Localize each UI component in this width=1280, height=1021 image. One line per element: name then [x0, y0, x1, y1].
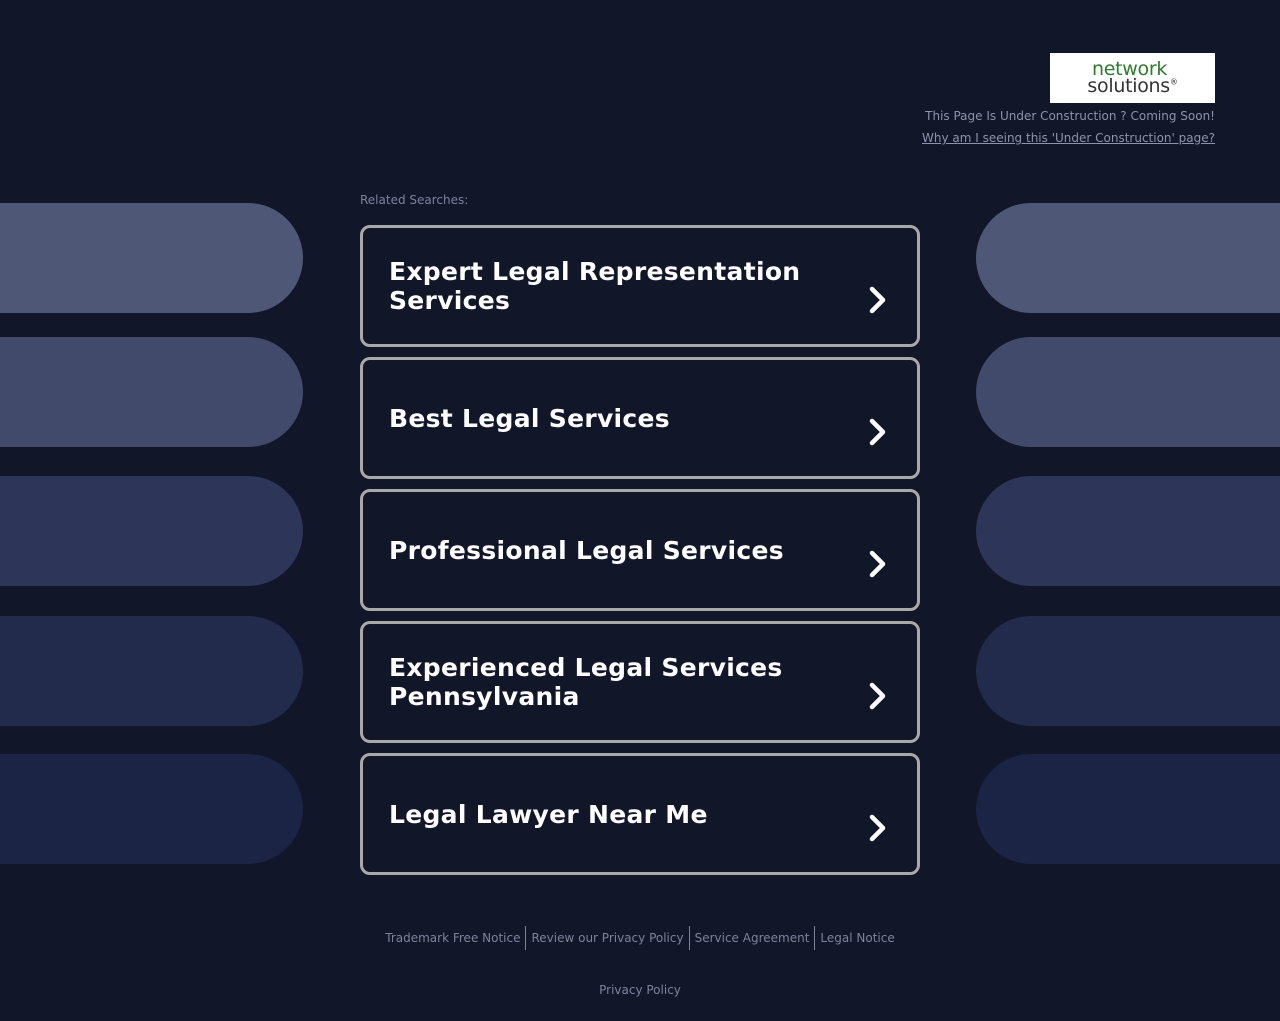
search-card-3[interactable]: Professional Legal Services — [360, 489, 920, 611]
decorative-pill-left-2 — [0, 337, 303, 447]
under-construction-text: This Page Is Under Construction ? Coming… — [925, 109, 1215, 123]
logo-registered-mark: ® — [1169, 77, 1178, 87]
footer-link-legal-notice[interactable]: Legal Notice — [816, 926, 898, 950]
search-card-2[interactable]: Best Legal Services — [360, 357, 920, 479]
chevron-right-icon — [865, 418, 891, 446]
decorative-pill-right-5 — [976, 754, 1280, 864]
chevron-right-icon — [865, 682, 891, 710]
logo-bottom-word: solutions — [1087, 75, 1170, 97]
search-card-title: Best Legal Services — [389, 403, 670, 433]
footer-link-privacy-review[interactable]: Review our Privacy Policy — [527, 926, 687, 950]
decorative-pill-left-5 — [0, 754, 303, 864]
footer-privacy-policy-link[interactable]: Privacy Policy — [0, 983, 1280, 997]
related-searches-label: Related Searches: — [360, 193, 469, 207]
chevron-right-icon — [865, 550, 891, 578]
why-under-construction-link[interactable]: Why am I seeing this 'Under Construction… — [922, 131, 1215, 145]
network-solutions-logo[interactable]: network solutions® — [1050, 53, 1215, 103]
footer-link-trademark[interactable]: Trademark Free Notice — [381, 926, 524, 950]
decorative-pill-right-2 — [976, 337, 1280, 447]
footer-separator — [688, 926, 690, 950]
chevron-right-icon — [865, 814, 891, 842]
decorative-pill-left-3 — [0, 476, 303, 586]
footer-link-service-agreement[interactable]: Service Agreement — [691, 926, 814, 950]
chevron-right-icon — [865, 286, 891, 314]
search-card-5[interactable]: Legal Lawyer Near Me — [360, 753, 920, 875]
footer-separator — [814, 926, 816, 950]
search-card-title: Experienced Legal Services Pennsylvania — [389, 653, 783, 711]
decorative-pill-left-1 — [0, 203, 303, 313]
decorative-pill-right-1 — [976, 203, 1280, 313]
search-card-title: Legal Lawyer Near Me — [389, 799, 708, 829]
footer-separator — [525, 926, 527, 950]
decorative-pill-right-3 — [976, 476, 1280, 586]
search-card-1[interactable]: Expert Legal Representation Services — [360, 225, 920, 347]
decorative-pill-left-4 — [0, 616, 303, 726]
search-card-title: Expert Legal Representation Services — [389, 257, 801, 315]
search-card-4[interactable]: Experienced Legal Services Pennsylvania — [360, 621, 920, 743]
search-card-title: Professional Legal Services — [389, 535, 784, 565]
decorative-pill-right-4 — [976, 616, 1280, 726]
logo-bottom-text: solutions® — [1087, 77, 1177, 96]
footer-links: Trademark Free Notice Review our Privacy… — [0, 926, 1280, 950]
